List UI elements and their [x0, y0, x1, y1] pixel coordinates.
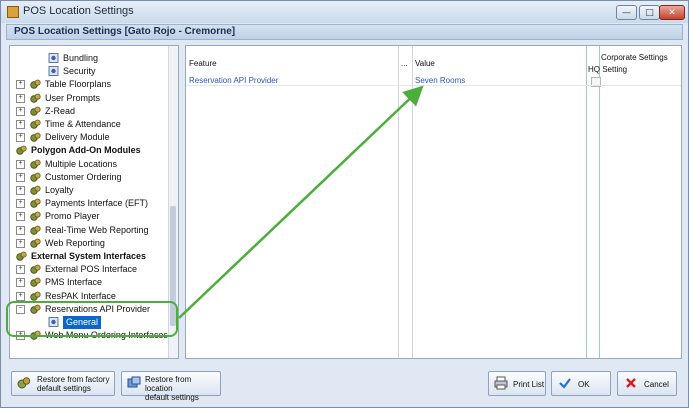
callout-arrow-line: [178, 85, 424, 319]
callout-arrow: [178, 85, 424, 319]
